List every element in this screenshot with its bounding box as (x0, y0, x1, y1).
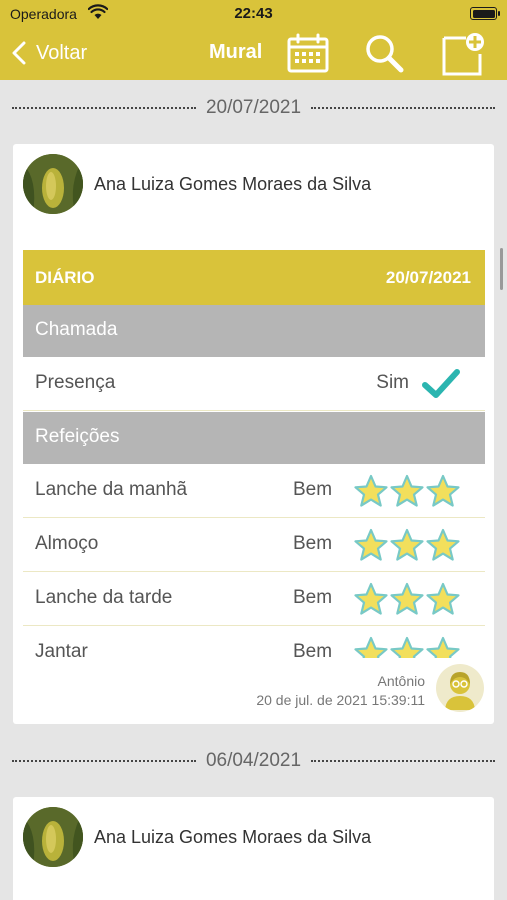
student-avatar (23, 807, 83, 867)
teacher-name: Antônio (377, 673, 425, 689)
scrollbar[interactable] (500, 248, 503, 290)
student-avatar (23, 154, 83, 214)
diary-header: DIÁRIO 20/07/2021 (23, 250, 485, 305)
meal-label: Almoço (35, 533, 99, 554)
chevron-left-icon (12, 41, 26, 65)
star-icon (354, 636, 388, 658)
author-name: Ana Luiza Gomes Moraes da Silva (94, 827, 372, 847)
meal-label: Jantar (35, 641, 88, 658)
meal-value: Bem (293, 533, 333, 554)
divider-date: 06/04/2021 (205, 750, 302, 771)
section-header-refeicoes: Refeições (23, 412, 485, 464)
meal-row: Almoço Bem (23, 519, 485, 572)
meal-row: Jantar Bem (23, 627, 485, 658)
meal-row: Lanche da manhã Bem (23, 465, 485, 518)
back-label: Voltar (36, 41, 88, 64)
meal-value: Bem (293, 479, 333, 500)
page-title: Mural (209, 41, 263, 63)
meal-value: Bem (293, 587, 333, 608)
status-bar: Operadora 22:43 (0, 0, 507, 28)
attendance-row: Presença Sim (23, 358, 485, 411)
new-post-icon[interactable] (440, 32, 486, 76)
attendance-label: Presença (35, 372, 116, 393)
author-name: Ana Luiza Gomes Moraes da Silva (94, 174, 372, 194)
star-icon (426, 474, 460, 507)
clock: 22:43 (234, 5, 273, 22)
star-icon (354, 528, 388, 561)
post-timestamp: 20 de jul. de 2021 15:39:11 (256, 692, 425, 708)
diary-table: DIÁRIO 20/07/2021 Chamada Presença Sim R… (23, 250, 485, 658)
star-icon (354, 474, 388, 507)
meal-value: Bem (293, 641, 333, 658)
star-icon (354, 582, 388, 615)
rating-stars (353, 474, 461, 508)
teacher-avatar (436, 664, 484, 712)
date-divider: 20/07/2021 (12, 96, 495, 120)
attendance-value: Sim (376, 372, 409, 393)
star-icon (426, 528, 460, 561)
star-icon (426, 636, 460, 658)
rating-stars (353, 528, 461, 562)
rating-stars (353, 582, 461, 616)
feed[interactable]: 20/07/2021 Ana Luiza Gomes Moraes da Sil… (0, 80, 507, 900)
divider-date: 20/07/2021 (205, 97, 302, 118)
diary-label: DIÁRIO (35, 268, 95, 287)
post-card: Ana Luiza Gomes Moraes da Silva DIÁRIO 2… (13, 144, 494, 724)
star-icon (426, 582, 460, 615)
diary-date: 20/07/2021 (385, 268, 471, 287)
search-icon[interactable] (363, 32, 407, 74)
meal-label: Lanche da tarde (35, 587, 173, 608)
rating-stars (353, 636, 461, 658)
date-divider: 06/04/2021 (12, 749, 495, 773)
navigation-bar: Voltar Mural (0, 28, 507, 80)
star-icon (390, 474, 424, 507)
meal-label: Lanche da manhã (35, 479, 188, 500)
star-icon (390, 528, 424, 561)
back-button[interactable]: Voltar (12, 38, 87, 68)
battery-icon (470, 7, 500, 20)
meal-row: Lanche da tarde Bem (23, 573, 485, 626)
star-icon (390, 582, 424, 615)
calendar-icon[interactable] (286, 32, 330, 74)
post-card: Ana Luiza Gomes Moraes da Silva (13, 797, 494, 900)
star-icon (390, 636, 424, 658)
check-icon (422, 369, 460, 398)
section-header-chamada: Chamada (23, 305, 485, 357)
